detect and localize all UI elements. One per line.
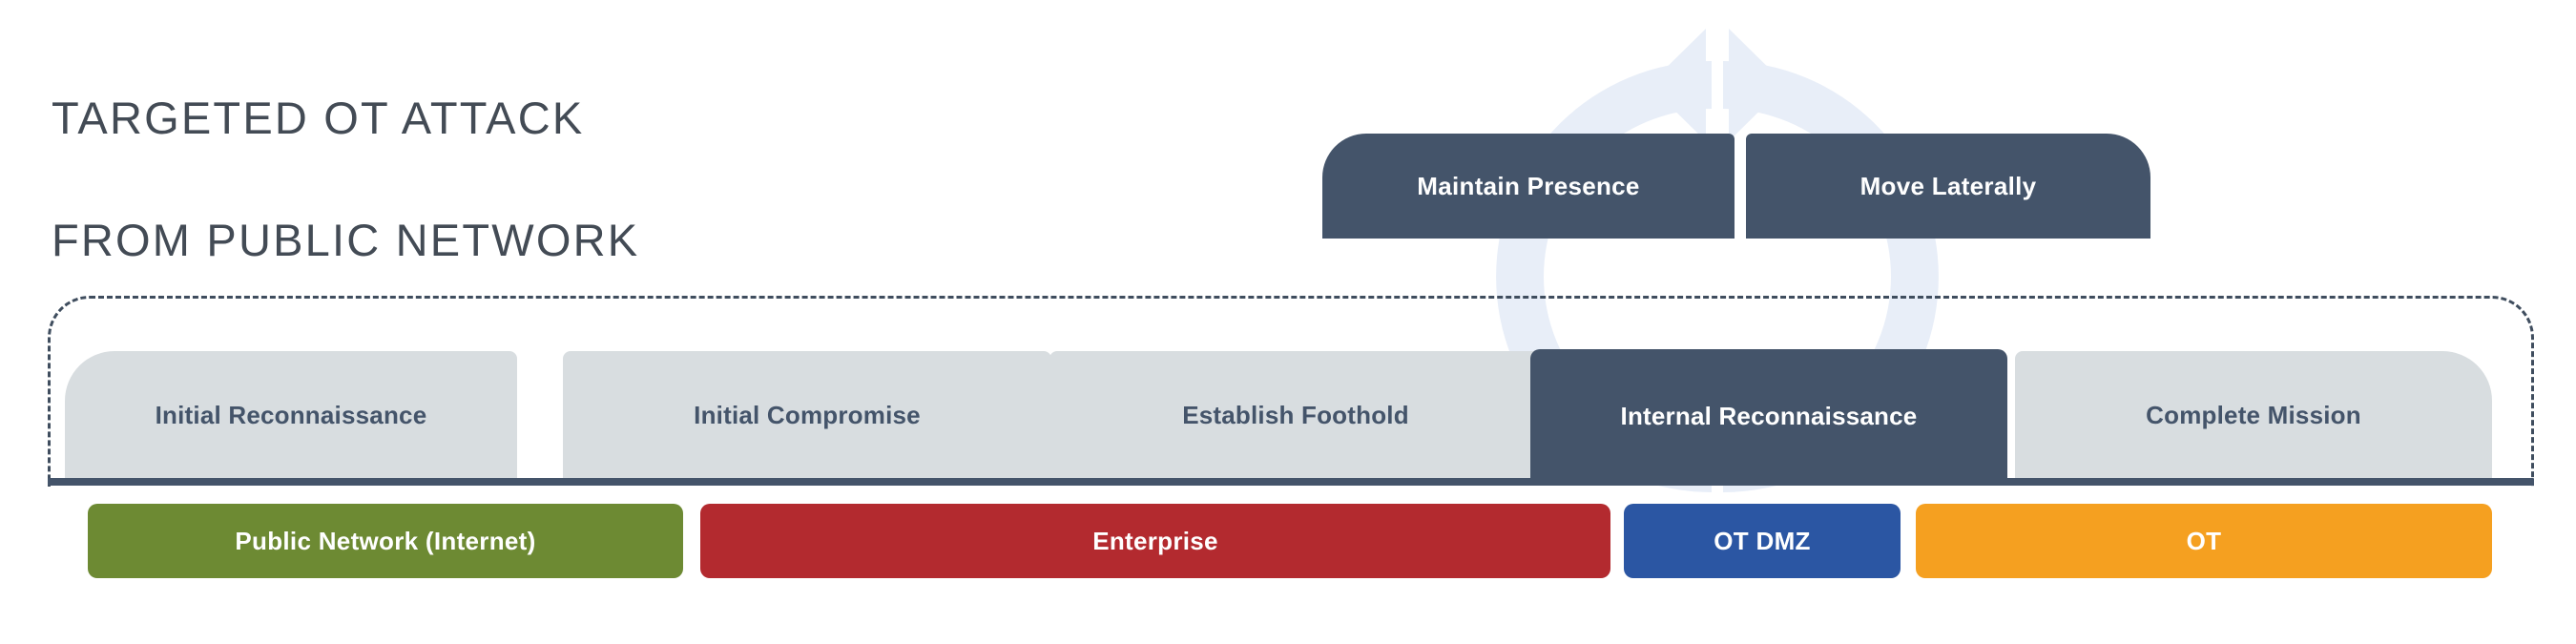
page-title-line-2: From Public Network (52, 214, 640, 265)
phase-label: Internal Reconnaissance (1620, 402, 1918, 430)
boundary-baseline (48, 478, 2534, 486)
zone-label: OT DMZ (1714, 526, 1811, 555)
page-title: Targeted OT Attack From Public Network (52, 27, 639, 332)
phase-initial-compromise[interactable]: Initial Compromise (563, 351, 1051, 480)
zone-public-network[interactable]: Public Network (Internet) (88, 504, 683, 578)
phase-label: Establish Foothold (1182, 401, 1409, 429)
cycle-step-label: Maintain Presence (1417, 171, 1640, 200)
zone-enterprise[interactable]: Enterprise (700, 504, 1610, 578)
phase-initial-reconnaissance[interactable]: Initial Reconnaissance (65, 351, 517, 480)
cycle-step-maintain-presence[interactable]: Maintain Presence (1322, 134, 1735, 239)
phase-label: Initial Reconnaissance (155, 401, 427, 429)
page-title-line-1: Targeted OT Attack (52, 92, 585, 143)
zone-label: Enterprise (1092, 526, 1218, 555)
phase-label: Complete Mission (2146, 401, 2361, 429)
diagram-canvas: Targeted OT Attack From Public Network M… (0, 0, 2576, 644)
cycle-step-label: Move Laterally (1859, 171, 2037, 200)
phase-label: Initial Compromise (694, 401, 921, 429)
phase-establish-foothold[interactable]: Establish Foothold (1049, 351, 1542, 480)
phase-internal-reconnaissance[interactable]: Internal Reconnaissance (1530, 349, 2007, 484)
phase-complete-mission[interactable]: Complete Mission (2015, 351, 2492, 480)
zone-ot-dmz[interactable]: OT DMZ (1624, 504, 1901, 578)
cycle-step-move-laterally[interactable]: Move Laterally (1746, 134, 2150, 239)
zone-label: OT (2186, 526, 2222, 555)
zone-ot[interactable]: OT (1916, 504, 2492, 578)
zone-label: Public Network (Internet) (235, 526, 536, 555)
